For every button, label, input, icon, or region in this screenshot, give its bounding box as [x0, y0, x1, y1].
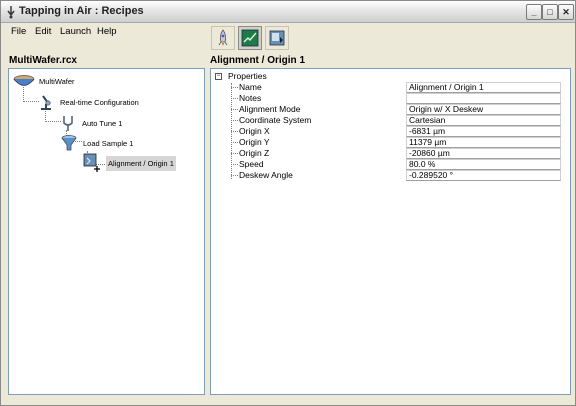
properties-root[interactable]: − Properties	[215, 71, 267, 81]
bowl-icon	[13, 75, 35, 86]
tree-connector	[231, 131, 238, 132]
property-row: Notes	[231, 93, 571, 104]
property-value-field[interactable]: -20860 µm	[406, 148, 561, 159]
property-row: Coordinate System Cartesian	[231, 115, 571, 126]
tree-item-label: Alignment / Origin 1	[106, 155, 176, 171]
properties-root-label: Properties	[228, 71, 267, 81]
menu-launch[interactable]: Launch	[60, 26, 91, 37]
tree-connector	[231, 153, 238, 154]
right-pane-title: Alignment / Origin 1	[210, 55, 306, 66]
property-name: Notes	[239, 93, 262, 103]
property-row: Origin Y 11379 µm	[231, 137, 571, 148]
property-value-field[interactable]: Cartesian	[406, 115, 561, 126]
recipe-icon	[269, 30, 285, 46]
alignment-icon	[83, 153, 100, 172]
property-row: Origin X -6831 µm	[231, 126, 571, 137]
property-value-field[interactable]: 11379 µm	[406, 137, 561, 148]
property-name: Coordinate System	[239, 115, 312, 125]
tree-connector	[231, 98, 238, 99]
property-name: Origin Z	[239, 148, 270, 158]
minimize-button[interactable]: _	[526, 4, 542, 20]
menu-file[interactable]: File	[11, 26, 26, 37]
window-title: Tapping in Air : Recipes	[19, 5, 144, 17]
property-name: Speed	[239, 159, 264, 169]
tree-connector	[231, 164, 238, 165]
tree-connector	[231, 175, 238, 176]
funnel-icon	[61, 135, 77, 151]
close-button[interactable]: ✕	[558, 4, 574, 20]
tree-item-alignment-origin[interactable]: Alignment / Origin 1	[82, 153, 176, 173]
chart-icon	[241, 29, 259, 47]
tree-item-label: Auto Tune 1	[82, 118, 123, 128]
microscope-icon	[41, 95, 51, 110]
tree-item-label: MultiWafer	[39, 76, 75, 86]
tuning-fork-icon	[63, 116, 73, 131]
tree-item-realtime-config[interactable]: Real-time Configuration	[37, 93, 139, 111]
chart-view-button[interactable]	[238, 26, 262, 50]
recipe-tree[interactable]: MultiWafer Real-time Configuration Auto …	[8, 68, 205, 395]
recipes-window: Tapping in Air : Recipes _ □ ✕ File Edit…	[0, 0, 576, 406]
property-value-field[interactable]: Origin w/ X Deskew	[406, 104, 561, 115]
property-name: Origin X	[239, 126, 270, 136]
property-value-field[interactable]	[406, 93, 561, 104]
property-value-field[interactable]: Alignment / Origin 1	[406, 82, 561, 93]
property-row: Origin Z -20860 µm	[231, 148, 571, 159]
property-name: Alignment Mode	[239, 104, 301, 114]
property-value-field[interactable]: 80.0 %	[406, 159, 561, 170]
tree-item-auto-tune[interactable]: Auto Tune 1	[59, 114, 122, 132]
property-name: Deskew Angle	[239, 170, 293, 180]
menu-edit[interactable]: Edit	[35, 26, 51, 37]
rocket-icon	[218, 29, 228, 46]
menu-help[interactable]: Help	[97, 26, 117, 37]
tree-connector	[231, 142, 238, 143]
tree-connector	[231, 109, 238, 110]
tree-item-multiwafer[interactable]: MultiWafer	[12, 73, 75, 89]
property-value-field[interactable]: -0.289520 °	[406, 170, 561, 181]
properties-pane: − Properties Name Alignment / Origin 1 N…	[210, 68, 571, 395]
app-icon	[7, 6, 15, 19]
tree-connector	[231, 87, 238, 88]
property-row: Alignment Mode Origin w/ X Deskew	[231, 104, 571, 115]
left-pane-title: MultiWafer.rcx	[9, 55, 77, 66]
property-row: Speed 80.0 %	[231, 159, 571, 170]
launch-button[interactable]	[211, 26, 235, 50]
tree-item-label: Real-time Configuration	[60, 97, 139, 107]
maximize-button[interactable]: □	[542, 4, 558, 20]
tree-item-label: Load Sample 1	[83, 138, 134, 148]
property-name: Origin Y	[239, 137, 270, 147]
property-row: Deskew Angle -0.289520 °	[231, 170, 571, 181]
collapse-icon[interactable]: −	[215, 72, 222, 80]
tree-connector	[231, 120, 238, 121]
title-bar[interactable]: Tapping in Air : Recipes _ □ ✕	[1, 1, 575, 23]
property-row: Name Alignment / Origin 1	[231, 82, 571, 93]
property-name: Name	[239, 82, 262, 92]
tree-item-load-sample[interactable]: Load Sample 1	[60, 134, 133, 152]
recipe-button[interactable]	[265, 26, 289, 50]
property-value-field[interactable]: -6831 µm	[406, 126, 561, 137]
